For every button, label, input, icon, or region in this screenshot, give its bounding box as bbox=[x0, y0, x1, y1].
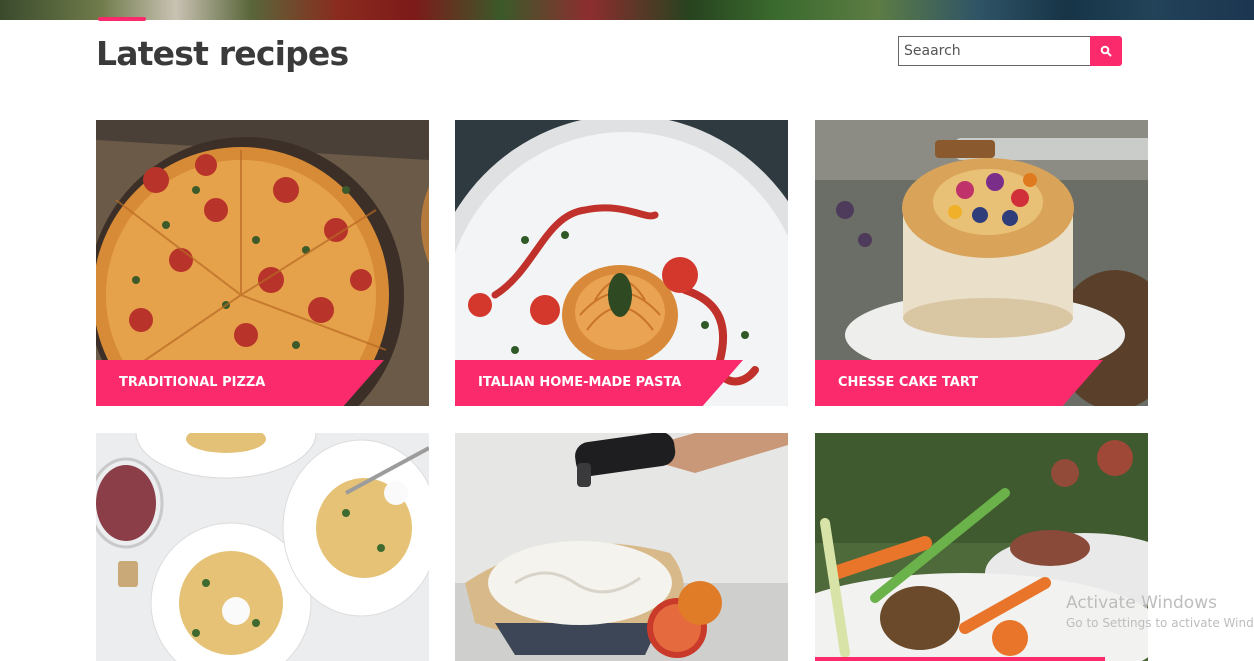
search-form bbox=[898, 36, 1122, 66]
search-icon bbox=[1100, 45, 1112, 57]
search-input[interactable] bbox=[898, 36, 1090, 66]
header-banner-image bbox=[0, 0, 1254, 20]
recipe-card-pizza[interactable]: TRADITIONAL PIZZA bbox=[96, 120, 429, 406]
recipe-card-spaghetti[interactable] bbox=[96, 433, 429, 661]
watermark-title: Activate Windows bbox=[1066, 593, 1217, 613]
recipe-title[interactable]: ITALIAN HOME-MADE PASTA bbox=[478, 375, 681, 390]
recipe-card-pasta[interactable]: ITALIAN HOME-MADE PASTA bbox=[455, 120, 788, 406]
recipe-title[interactable]: TRADITIONAL PIZZA bbox=[119, 375, 265, 390]
windows-activation-watermark: Activate Windows Go to Settings to activ… bbox=[1066, 593, 1254, 630]
recipe-title[interactable]: CHESSE CAKE TART bbox=[838, 375, 978, 390]
recipe-card-cheesecake[interactable]: CHESSE CAKE TART bbox=[815, 120, 1148, 406]
watermark-subtitle: Go to Settings to activate Windows. bbox=[1066, 616, 1254, 630]
banner-accent-mark bbox=[98, 17, 146, 21]
search-button[interactable] bbox=[1090, 36, 1122, 66]
recipe-card-meringue-pie[interactable] bbox=[455, 433, 788, 661]
meringue-pie-torch-photo bbox=[455, 433, 788, 661]
spaghetti-plates-photo bbox=[96, 433, 429, 661]
page-title: Latest recipes bbox=[96, 34, 349, 73]
